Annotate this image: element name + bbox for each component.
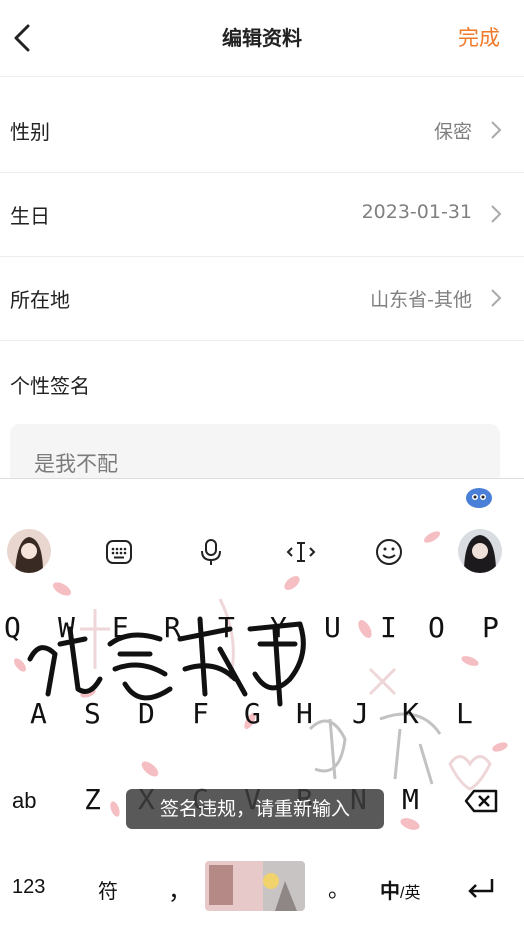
key-a[interactable]: A xyxy=(30,697,47,730)
signature-input[interactable]: 是我不配 xyxy=(10,424,500,484)
symbol-key[interactable]: 符 xyxy=(98,875,118,904)
key-u[interactable]: U xyxy=(324,611,341,644)
key-h[interactable]: H xyxy=(296,697,313,730)
chevron-right-icon xyxy=(491,289,502,307)
key-o[interactable]: O xyxy=(428,611,445,644)
comma-key[interactable]: ， xyxy=(168,871,192,906)
bird-mascot-icon[interactable] xyxy=(465,485,493,509)
keyboard-background-art xyxy=(14,531,508,830)
emoji-icon[interactable] xyxy=(374,537,404,567)
key-k[interactable]: K xyxy=(402,697,419,730)
soft-keyboard: Q W E R T Y U I O P A S D F G H J K L ab… xyxy=(0,478,524,927)
location-label: 所在地 xyxy=(10,288,70,312)
key-w[interactable]: W xyxy=(58,611,75,644)
key-t[interactable]: T xyxy=(218,611,235,644)
key-r[interactable]: R xyxy=(164,611,181,644)
birthday-row[interactable]: 生日 2023-01-31 xyxy=(0,172,524,257)
key-d[interactable]: D xyxy=(138,697,155,730)
language-sub-label: /英 xyxy=(400,885,421,902)
backspace-icon[interactable] xyxy=(464,789,498,813)
language-toggle-key[interactable]: 中/英 xyxy=(380,875,420,904)
key-e[interactable]: E xyxy=(112,611,129,644)
chevron-right-icon xyxy=(491,205,502,223)
location-value: 山东省-其他 xyxy=(370,289,472,311)
gender-value: 保密 xyxy=(433,121,472,143)
key-g[interactable]: G xyxy=(244,697,261,730)
key-f[interactable]: F xyxy=(192,697,209,730)
avatar-right[interactable] xyxy=(458,529,502,573)
number-key[interactable]: 123 xyxy=(12,876,45,899)
key-l[interactable]: L xyxy=(456,697,473,730)
signature-label: 个性签名 xyxy=(10,374,90,398)
key-s[interactable]: S xyxy=(84,697,101,730)
sticker-space-key[interactable] xyxy=(205,861,305,911)
done-button[interactable]: 完成 xyxy=(458,22,500,52)
enter-icon[interactable] xyxy=(466,877,496,899)
key-p[interactable]: P xyxy=(482,611,499,644)
page-title: 编辑资料 xyxy=(222,26,302,50)
keyboard-icon[interactable] xyxy=(104,537,134,567)
top-bar: 编辑资料 完成 xyxy=(0,0,524,77)
birthday-label: 生日 xyxy=(10,204,50,228)
cursor-move-icon[interactable] xyxy=(286,537,316,567)
gender-label: 性别 xyxy=(10,120,50,144)
location-row[interactable]: 所在地 山东省-其他 xyxy=(0,256,524,341)
shift-key[interactable]: ab xyxy=(12,788,36,814)
key-y[interactable]: Y xyxy=(270,611,287,644)
key-i[interactable]: I xyxy=(380,611,397,644)
microphone-icon[interactable] xyxy=(196,537,226,567)
gender-row[interactable]: 性别 保密 xyxy=(0,88,524,173)
key-q[interactable]: Q xyxy=(4,611,21,644)
language-main-label: 中 xyxy=(380,881,400,903)
avatar-left[interactable] xyxy=(7,529,51,573)
signature-text: 是我不配 xyxy=(34,452,118,476)
key-z[interactable]: Z xyxy=(84,783,101,816)
chevron-right-icon xyxy=(491,121,502,139)
violation-toast: 签名违规，请重新输入 xyxy=(126,789,384,829)
key-m[interactable]: M xyxy=(402,783,419,816)
birthday-value: 2023-01-31 xyxy=(361,201,472,223)
period-key[interactable]: 。 xyxy=(328,872,350,904)
key-j[interactable]: J xyxy=(352,697,369,730)
